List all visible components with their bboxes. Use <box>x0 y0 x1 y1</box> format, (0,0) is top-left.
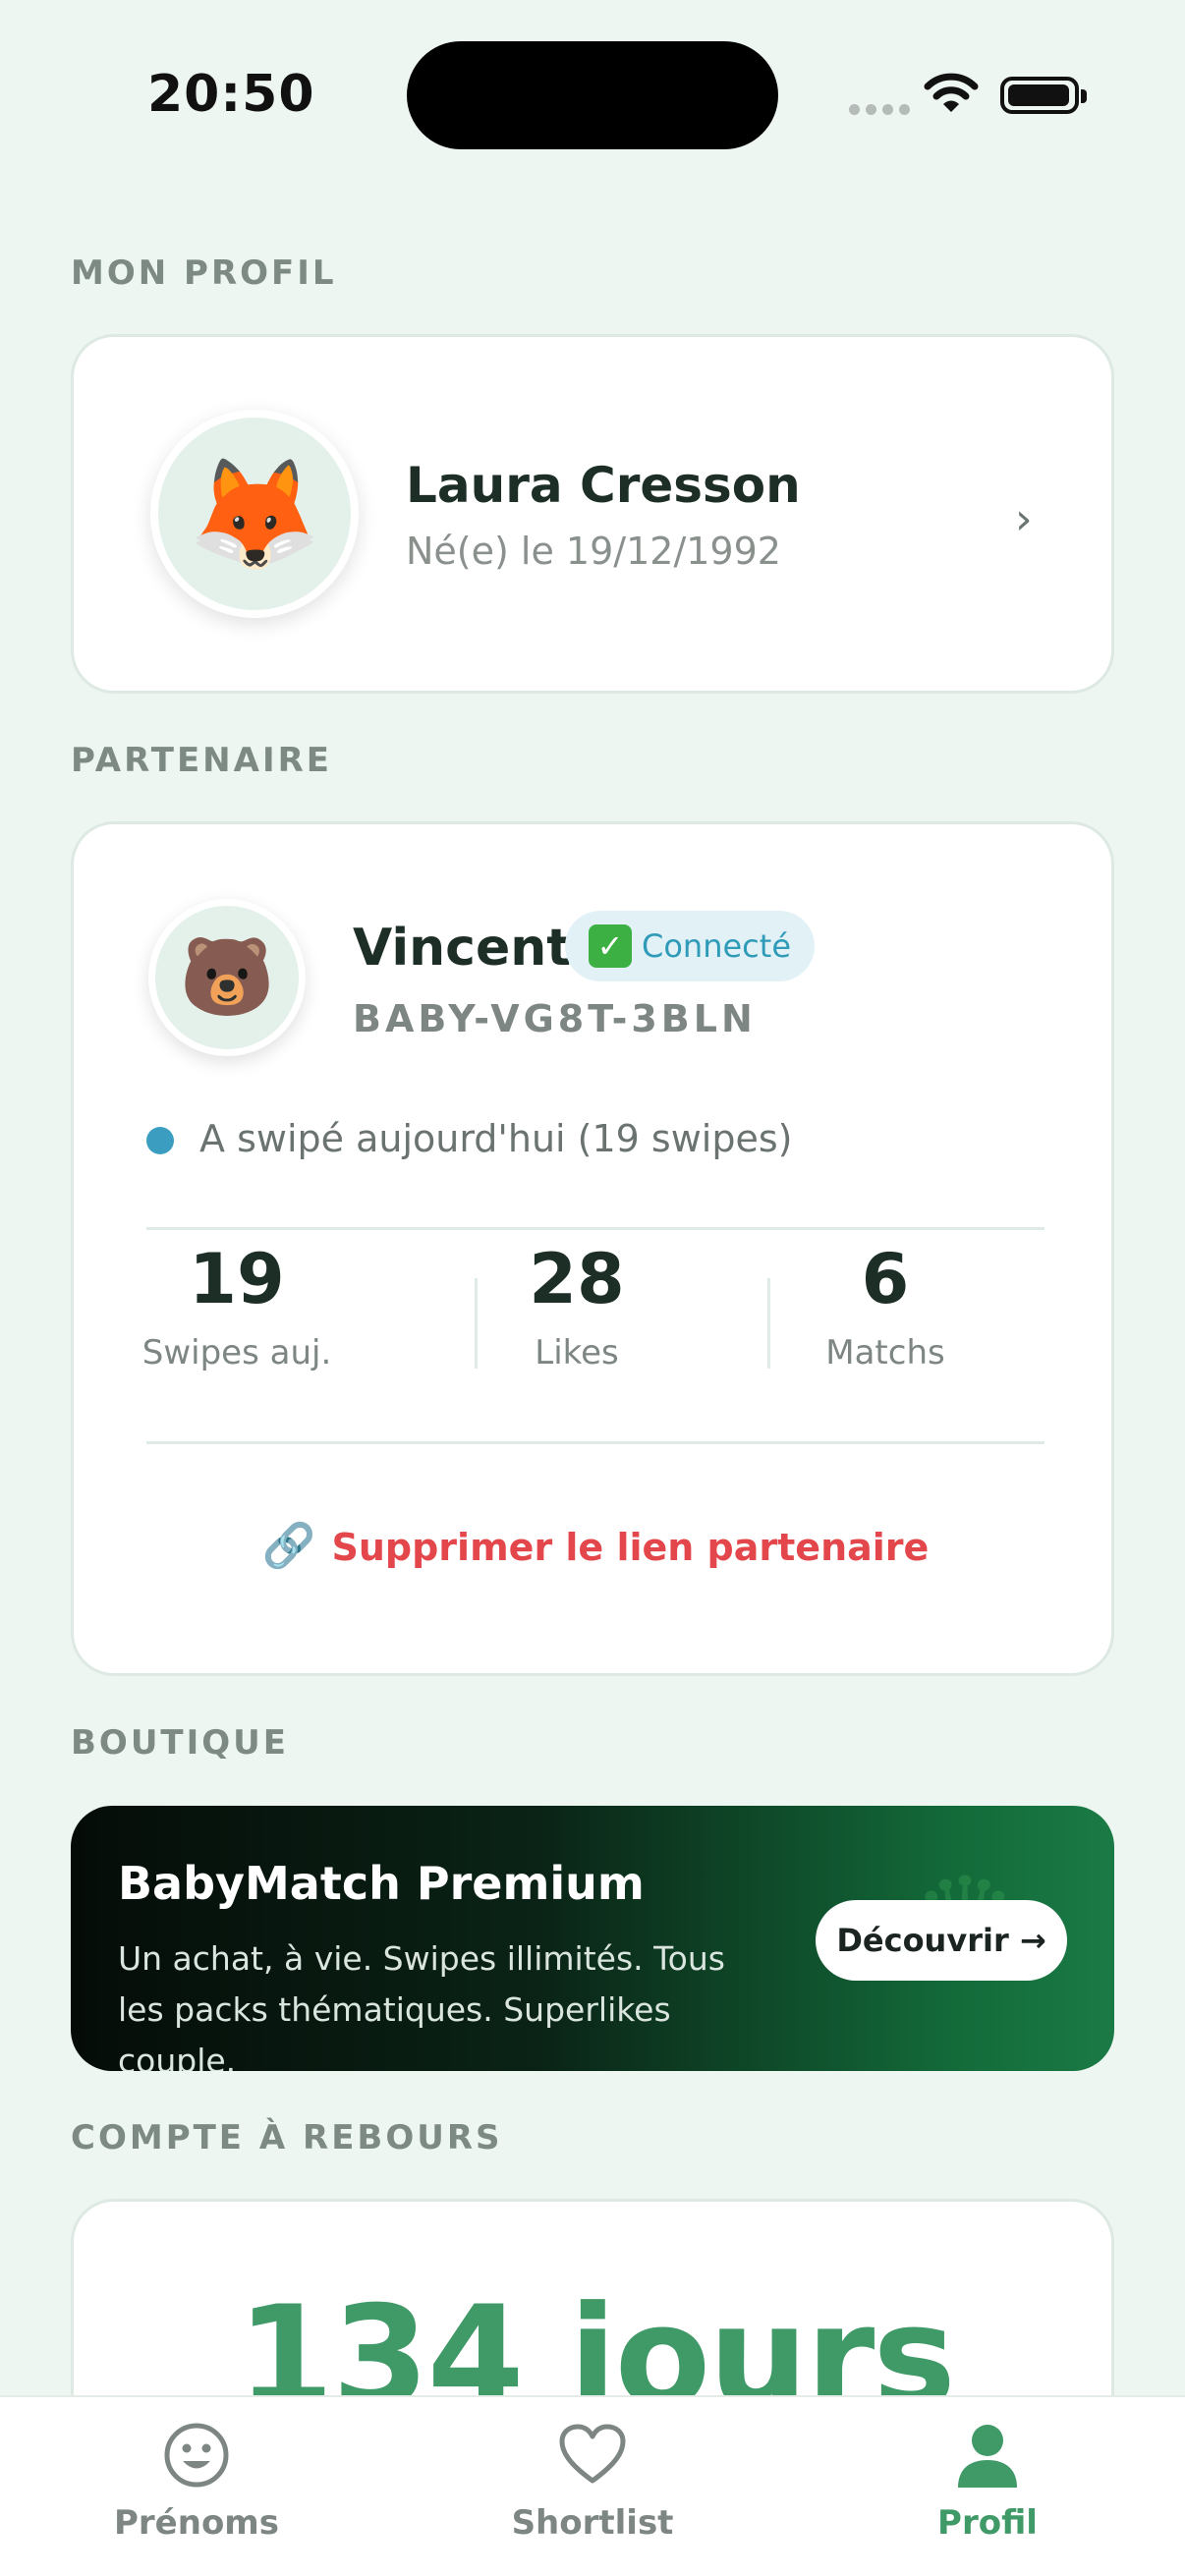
premium-description: Un achat, à vie. Swipes illimités. Tous … <box>118 1939 725 2071</box>
premium-title: BabyMatch Premium <box>118 1857 645 1910</box>
status-bar: 20:50 <box>0 0 1185 187</box>
status-badge-label: Connecté <box>642 927 791 965</box>
dynamic-island <box>407 41 778 149</box>
section-title-shop: BOUTIQUE <box>71 1723 290 1763</box>
stat-swipes: 19 Swipes auj. <box>119 1245 355 1372</box>
divider <box>146 1227 1044 1230</box>
tab-shortlist[interactable]: Shortlist <box>484 2411 701 2543</box>
wifi-icon <box>924 73 979 112</box>
profile-name: Laura Cresson <box>406 457 801 514</box>
section-title-countdown: COMPTE À REBOURS <box>71 2118 503 2157</box>
tab-profil[interactable]: Profil <box>879 2411 1096 2543</box>
person-icon <box>879 2411 1096 2499</box>
partner-avatar: 🐻 <box>148 899 306 1056</box>
link-icon: 🔗 <box>261 1521 316 1571</box>
battery-icon <box>1000 77 1087 114</box>
section-title-partner: PARTENAIRE <box>71 741 333 780</box>
tab-label: Shortlist <box>511 2503 674 2543</box>
premium-banner[interactable]: ♛ BabyMatch Premium Un achat, à vie. Swi… <box>71 1806 1114 2071</box>
tab-label: Prénoms <box>114 2503 279 2543</box>
activity-dot-icon <box>146 1127 174 1154</box>
avatar: 🦊 <box>150 410 359 618</box>
divider <box>146 1441 1044 1444</box>
partner-code: BABY-VG8T-3BLN <box>353 997 757 1040</box>
check-icon: ✓ <box>589 924 632 968</box>
chevron-right-icon: › <box>1015 494 1033 544</box>
stat-value: 6 <box>861 1239 910 1319</box>
partner-name: Vincent <box>353 919 572 978</box>
section-title-profile: MON PROFIL <box>71 253 337 293</box>
stat-value: 28 <box>529 1239 625 1319</box>
profile-birthdate: Né(e) le 19/12/1992 <box>406 530 781 573</box>
profile-card[interactable]: 🦊 Laura Cresson Né(e) le 19/12/1992 › <box>71 334 1114 694</box>
heart-icon <box>484 2411 701 2499</box>
unlink-partner-label: Supprimer le lien partenaire <box>331 1526 930 1569</box>
tab-bar: Prénoms Shortlist Profil <box>0 2395 1185 2576</box>
stat-matchs: 6 Matchs <box>767 1245 1003 1372</box>
discover-button[interactable]: Découvrir → <box>816 1900 1067 1981</box>
activity-text: A swipé aujourd'hui (19 swipes) <box>199 1117 793 1160</box>
tab-prenoms[interactable]: Prénoms <box>88 2411 305 2543</box>
smile-icon <box>88 2411 305 2499</box>
unlink-partner-button[interactable]: 🔗 Supprimer le lien partenaire <box>74 1520 1117 1571</box>
stat-label: Likes <box>535 1333 619 1372</box>
stat-value: 19 <box>189 1239 285 1319</box>
stat-label: Matchs <box>825 1333 945 1372</box>
stat-label: Swipes auj. <box>141 1333 332 1372</box>
tab-label: Profil <box>937 2503 1038 2543</box>
partner-card: 🐻 Vincent ✓ Connecté BABY-VG8T-3BLN A sw… <box>71 821 1114 1676</box>
signal-dots-icon <box>849 104 910 115</box>
status-badge: ✓ Connecté <box>565 911 815 981</box>
status-time: 20:50 <box>147 65 315 124</box>
stat-likes: 28 Likes <box>459 1245 695 1372</box>
